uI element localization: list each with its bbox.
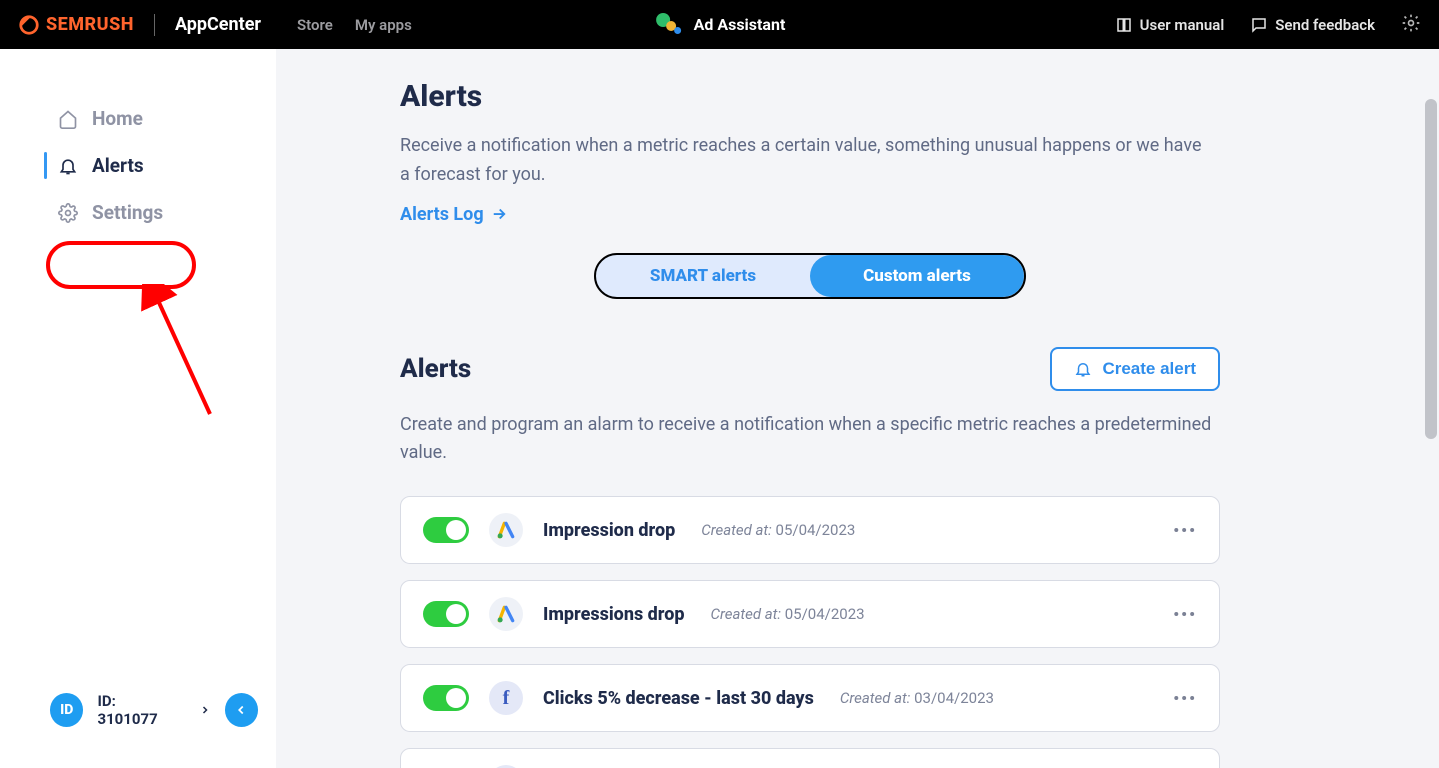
- sidebar-item-label: Alerts: [92, 154, 144, 177]
- alerts-type-toggle: SMART alerts Custom alerts: [594, 253, 1026, 299]
- sidebar: Home Alerts Settings ID ID: 3101077: [0, 49, 276, 768]
- section-title: Alerts: [400, 354, 471, 384]
- id-badge[interactable]: ID: [50, 693, 83, 727]
- section-header: Alerts Create alert: [400, 347, 1220, 391]
- sidebar-footer: ID ID: 3101077: [0, 692, 276, 768]
- alerts-log-link[interactable]: Alerts Log: [400, 204, 508, 225]
- alert-more-button[interactable]: •••: [1173, 689, 1197, 708]
- brand-group: SEMRUSH AppCenter: [18, 14, 261, 36]
- alert-more-button[interactable]: •••: [1173, 521, 1197, 540]
- alert-more-button[interactable]: •••: [1173, 605, 1197, 624]
- settings-gear-button[interactable]: [1401, 13, 1421, 37]
- send-feedback-link[interactable]: Send feedback: [1250, 16, 1375, 34]
- alert-created-at: Created at: 05/04/2023: [701, 521, 855, 539]
- sidebar-item-alerts[interactable]: Alerts: [0, 142, 276, 189]
- top-nav-right: User manual Send feedback: [1115, 13, 1421, 37]
- main-content: Alerts Receive a notification when a met…: [276, 49, 1439, 768]
- sidebar-nav: Home Alerts Settings: [0, 49, 276, 236]
- tab-smart-alerts[interactable]: SMART alerts: [596, 255, 810, 297]
- chat-icon: [1250, 16, 1268, 34]
- tab-custom-alerts[interactable]: Custom alerts: [810, 255, 1024, 297]
- home-icon: [58, 109, 78, 129]
- bell-icon: [1074, 360, 1092, 378]
- alert-title: Impressions drop: [543, 604, 684, 625]
- scrollbar-thumb[interactable]: [1425, 99, 1437, 439]
- alert-card: f Clicks 5% decrease - last 30 days Create…: [400, 664, 1220, 732]
- create-alert-button[interactable]: Create alert: [1050, 347, 1220, 391]
- alert-card: fImpressions <20 - last 7 daysCreated at…: [400, 748, 1220, 768]
- semrush-logo: SEMRUSH: [18, 14, 134, 36]
- top-nav: SEMRUSH AppCenter Store My apps Ad Assis…: [0, 0, 1439, 49]
- sidebar-item-home[interactable]: Home: [0, 95, 276, 142]
- annotation-circle: [46, 241, 196, 289]
- app-title-center: Ad Assistant: [654, 11, 786, 39]
- source-fb-icon: f: [489, 681, 523, 715]
- gear-icon: [58, 203, 78, 223]
- layout: Home Alerts Settings ID ID: 3101077: [0, 49, 1439, 768]
- user-manual-link[interactable]: User manual: [1115, 16, 1225, 34]
- alert-title: Clicks 5% decrease - last 30 days: [543, 688, 814, 709]
- alert-card: Impression drop Created at: 05/04/2023 •••: [400, 496, 1220, 564]
- source-google-icon: [489, 597, 523, 631]
- book-icon: [1115, 16, 1133, 34]
- alert-created-at: Created at: 03/04/2023: [840, 689, 994, 707]
- nav-link-myapps[interactable]: My apps: [355, 16, 412, 34]
- collapse-sidebar-button[interactable]: [225, 693, 258, 727]
- alert-toggle[interactable]: [423, 685, 469, 711]
- sidebar-item-label: Home: [92, 107, 143, 130]
- gear-icon: [1401, 13, 1421, 33]
- sidebar-item-label: Settings: [92, 201, 163, 224]
- brand-text: SEMRUSH: [46, 14, 134, 35]
- account-id-label: ID: 3101077: [97, 692, 178, 728]
- chevron-left-icon: [234, 703, 248, 717]
- top-nav-links: Store My apps: [297, 16, 412, 34]
- arrow-right-icon: [490, 205, 508, 223]
- create-alert-label: Create alert: [1102, 359, 1196, 379]
- alerts-log-label: Alerts Log: [400, 204, 484, 225]
- annotation-arrow: [140, 284, 230, 424]
- page-description: Receive a notification when a metric rea…: [400, 132, 1210, 190]
- page-title: Alerts: [400, 79, 1220, 114]
- app-title: Ad Assistant: [694, 15, 786, 34]
- nav-link-store[interactable]: Store: [297, 16, 333, 34]
- alert-toggle[interactable]: [423, 601, 469, 627]
- send-feedback-label: Send feedback: [1275, 16, 1375, 34]
- alert-list: Impression drop Created at: 05/04/2023 •••…: [400, 496, 1220, 768]
- brand-divider: [154, 14, 155, 36]
- chevron-right-icon[interactable]: [199, 701, 211, 720]
- alert-created-at: Created at: 05/04/2023: [710, 605, 864, 623]
- appcenter-label[interactable]: AppCenter: [175, 14, 261, 35]
- user-manual-label: User manual: [1140, 16, 1225, 34]
- alert-card: Impressions drop Created at: 05/04/2023 ••…: [400, 580, 1220, 648]
- alert-title: Impression drop: [543, 520, 675, 541]
- bell-icon: [58, 156, 78, 176]
- ad-assistant-icon: [654, 11, 682, 39]
- source-google-icon: [489, 513, 523, 547]
- sidebar-item-settings[interactable]: Settings: [0, 189, 276, 236]
- section-description: Create and program an alarm to receive a…: [400, 411, 1215, 469]
- alert-toggle[interactable]: [423, 517, 469, 543]
